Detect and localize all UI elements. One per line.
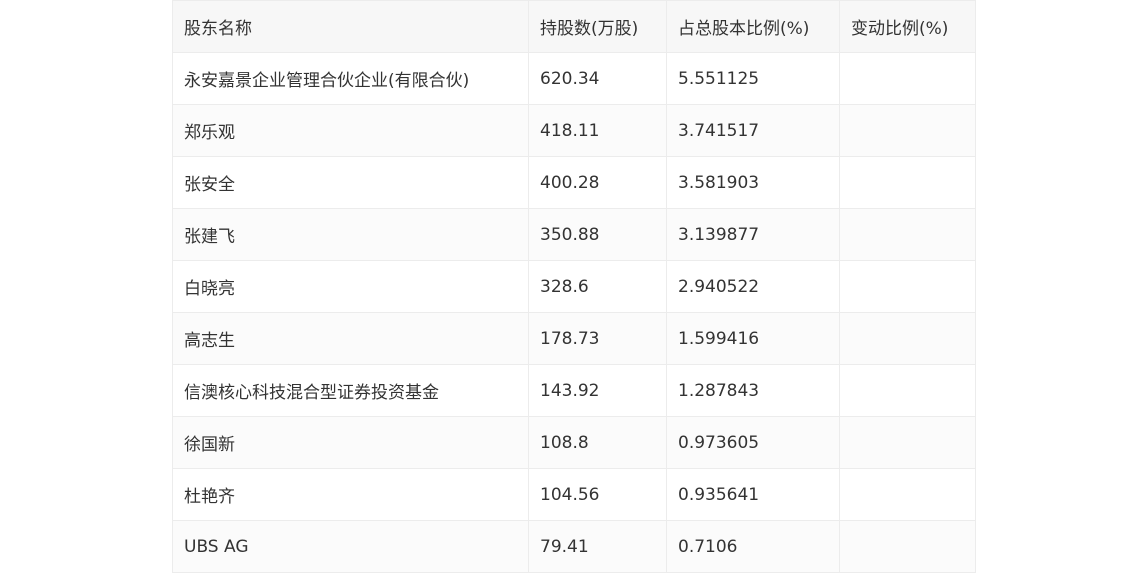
cell-shares-held: 178.73 xyxy=(528,312,667,365)
cell-shares-held: 350.88 xyxy=(528,208,667,261)
cell-change-ratio xyxy=(839,468,976,521)
cell-shares-held: 104.56 xyxy=(528,468,667,521)
header-shareholder-name: 股东名称 xyxy=(172,0,529,53)
header-change-ratio: 变动比例(%) xyxy=(839,0,976,53)
cell-shareholder-name: 张建飞 xyxy=(172,208,529,261)
header-row: 股东名称 持股数(万股) 占总股本比例(%) 变动比例(%) xyxy=(172,0,976,53)
cell-change-ratio xyxy=(839,156,976,209)
cell-share-ratio: 5.551125 xyxy=(666,52,840,105)
cell-share-ratio: 0.973605 xyxy=(666,416,840,469)
shareholder-table: 股东名称 持股数(万股) 占总股本比例(%) 变动比例(%) 永安嘉景企业管理合… xyxy=(172,0,976,573)
header-shares-held: 持股数(万股) xyxy=(528,0,667,53)
cell-share-ratio: 2.940522 xyxy=(666,260,840,313)
cell-shares-held: 418.11 xyxy=(528,104,667,157)
cell-share-ratio: 0.7106 xyxy=(666,520,840,573)
table-row: 郑乐观 418.11 3.741517 xyxy=(172,104,976,157)
cell-change-ratio xyxy=(839,52,976,105)
table-row: UBS AG 79.41 0.7106 xyxy=(172,520,976,573)
cell-shareholder-name: 张安全 xyxy=(172,156,529,209)
table-row: 张安全 400.28 3.581903 xyxy=(172,156,976,209)
cell-shareholder-name: 永安嘉景企业管理合伙企业(有限合伙) xyxy=(172,52,529,105)
table-row: 张建飞 350.88 3.139877 xyxy=(172,208,976,261)
cell-share-ratio: 3.139877 xyxy=(666,208,840,261)
cell-share-ratio: 1.599416 xyxy=(666,312,840,365)
table-row: 徐国新 108.8 0.973605 xyxy=(172,416,976,469)
cell-shares-held: 79.41 xyxy=(528,520,667,573)
cell-share-ratio: 1.287843 xyxy=(666,364,840,417)
cell-change-ratio xyxy=(839,364,976,417)
cell-shares-held: 108.8 xyxy=(528,416,667,469)
table-row: 高志生 178.73 1.599416 xyxy=(172,312,976,365)
shareholder-table-container: 股东名称 持股数(万股) 占总股本比例(%) 变动比例(%) 永安嘉景企业管理合… xyxy=(172,0,976,573)
cell-shares-held: 328.6 xyxy=(528,260,667,313)
cell-change-ratio xyxy=(839,208,976,261)
cell-shares-held: 620.34 xyxy=(528,52,667,105)
cell-change-ratio xyxy=(839,260,976,313)
cell-shareholder-name: 信澳核心科技混合型证券投资基金 xyxy=(172,364,529,417)
cell-shareholder-name: 杜艳齐 xyxy=(172,468,529,521)
cell-shareholder-name: 郑乐观 xyxy=(172,104,529,157)
cell-shareholder-name: 高志生 xyxy=(172,312,529,365)
cell-shareholder-name: UBS AG xyxy=(172,520,529,573)
cell-change-ratio xyxy=(839,104,976,157)
table-row: 杜艳齐 104.56 0.935641 xyxy=(172,468,976,521)
table-row: 永安嘉景企业管理合伙企业(有限合伙) 620.34 5.551125 xyxy=(172,52,976,105)
cell-share-ratio: 3.741517 xyxy=(666,104,840,157)
cell-change-ratio xyxy=(839,312,976,365)
cell-change-ratio xyxy=(839,520,976,573)
table-row: 白晓亮 328.6 2.940522 xyxy=(172,260,976,313)
table-body: 永安嘉景企业管理合伙企业(有限合伙) 620.34 5.551125 郑乐观 4… xyxy=(172,52,976,573)
cell-share-ratio: 3.581903 xyxy=(666,156,840,209)
cell-change-ratio xyxy=(839,416,976,469)
cell-shareholder-name: 徐国新 xyxy=(172,416,529,469)
cell-shares-held: 400.28 xyxy=(528,156,667,209)
header-share-ratio: 占总股本比例(%) xyxy=(666,0,840,53)
table-header: 股东名称 持股数(万股) 占总股本比例(%) 变动比例(%) xyxy=(172,0,976,53)
cell-shares-held: 143.92 xyxy=(528,364,667,417)
cell-share-ratio: 0.935641 xyxy=(666,468,840,521)
table-row: 信澳核心科技混合型证券投资基金 143.92 1.287843 xyxy=(172,364,976,417)
cell-shareholder-name: 白晓亮 xyxy=(172,260,529,313)
